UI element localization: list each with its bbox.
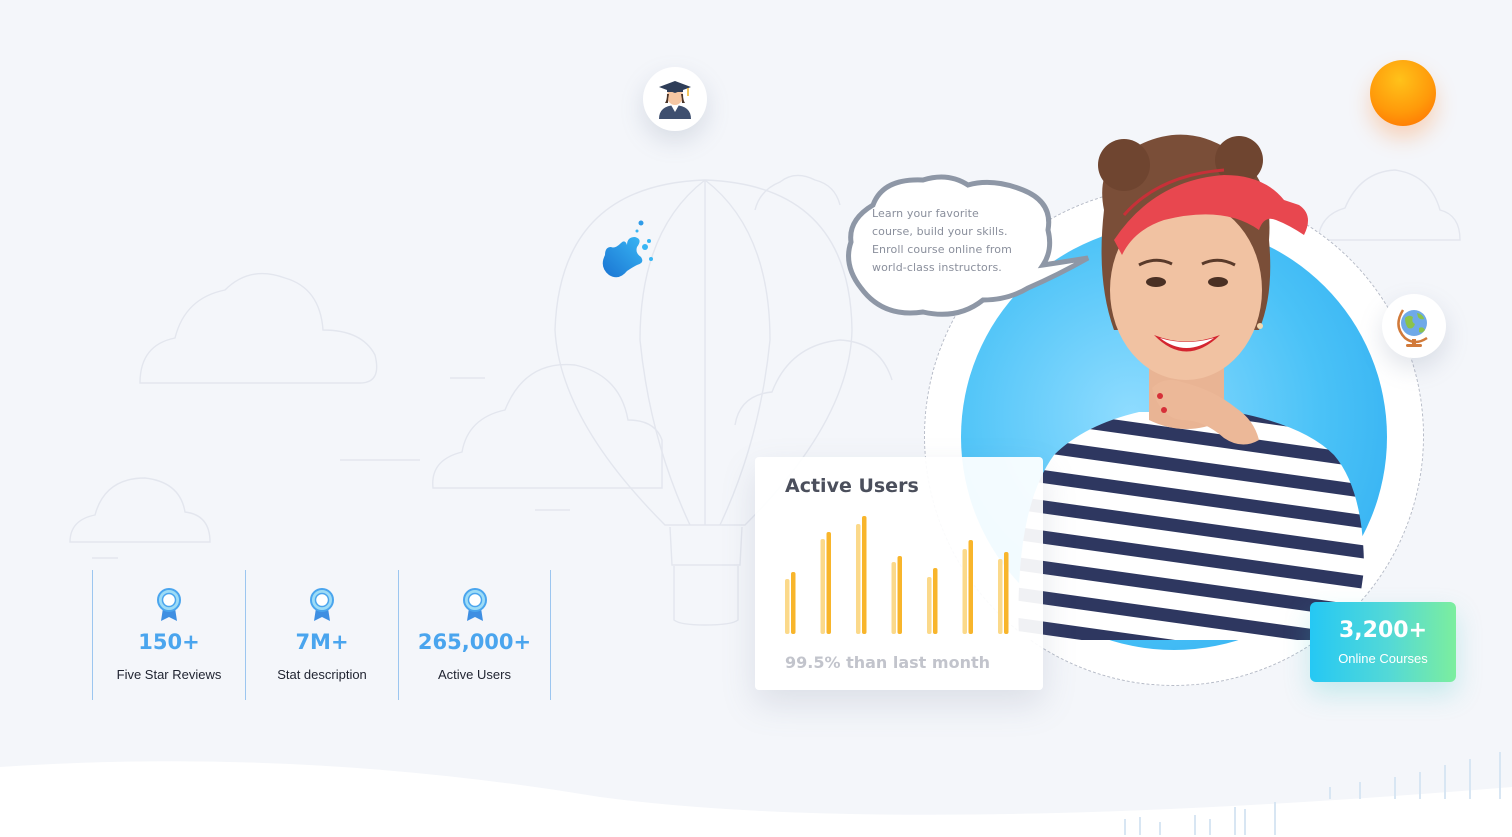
graduate-bubble	[643, 67, 707, 131]
chart-bar	[927, 577, 932, 634]
chart-bar	[820, 539, 825, 634]
chart-bar	[933, 568, 938, 634]
stat-value: 7M+	[295, 630, 349, 654]
globe-bubble	[1382, 294, 1446, 358]
speech-line: world-class instructors.	[872, 261, 1002, 274]
stat-value: 150+	[138, 630, 200, 654]
stat-value: 265,000+	[417, 630, 532, 654]
stat-label: Five Star Reviews	[116, 667, 222, 682]
chart-bar	[962, 549, 967, 634]
chart-bar	[826, 532, 831, 634]
paint-splash-icon	[602, 220, 653, 278]
chart-bar	[785, 579, 790, 634]
award-badge-icon	[462, 588, 487, 621]
courses-count: 3,200+	[1338, 618, 1428, 643]
chart-bar	[891, 562, 896, 634]
speech-bubble-text: Learn your favorite course, build your s…	[872, 205, 1037, 277]
stat-item: 7M+ Stat description	[245, 570, 398, 700]
bottom-wave	[0, 752, 1512, 837]
stat-label: Stat description	[277, 667, 367, 682]
stats-row: 150+ Five Star Reviews 7M+ Stat descript…	[92, 570, 551, 700]
chart-bar	[1004, 552, 1009, 634]
chart-bar	[968, 540, 973, 634]
graduate-icon	[659, 81, 691, 119]
chart-bar	[897, 556, 902, 634]
courses-label: Online Courses	[1338, 651, 1428, 666]
speech-line: Learn your favorite	[872, 207, 979, 220]
active-users-card: Active Users 99.5% than last month	[755, 457, 1043, 690]
stat-item: 265,000+ Active Users	[398, 570, 551, 700]
speech-line: Enroll course online from	[872, 243, 1012, 256]
award-badge-icon	[310, 588, 334, 621]
active-users-subtitle: 99.5% than last month	[785, 653, 990, 672]
page: 150+ Five Star Reviews 7M+ Stat descript…	[0, 0, 1512, 837]
globe-icon	[1397, 309, 1428, 347]
orange-ball-decoration	[1370, 60, 1436, 126]
speech-line: course, build your skills.	[872, 225, 1008, 238]
stat-item: 150+ Five Star Reviews	[92, 570, 245, 700]
stat-label: Active Users	[438, 667, 511, 682]
chart-bar	[791, 572, 796, 634]
chart-bar	[998, 559, 1003, 634]
chart-bar	[862, 516, 867, 634]
online-courses-card: 3,200+ Online Courses	[1310, 602, 1456, 682]
chart-bar	[856, 524, 861, 634]
award-badge-icon	[157, 588, 181, 621]
